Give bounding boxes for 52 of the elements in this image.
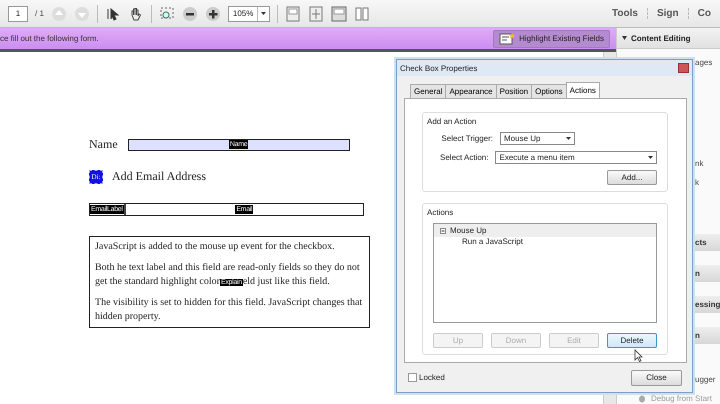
action-button[interactable]: Delete: [607, 333, 657, 348]
tab[interactable]: Options: [531, 84, 567, 98]
fit-width-icon[interactable]: [330, 6, 347, 22]
locked-checkbox[interactable]: [408, 373, 417, 382]
text-line: eld just like this field.: [242, 276, 330, 287]
tab[interactable]: Appearance: [445, 84, 497, 98]
zoom-out-icon[interactable]: [182, 6, 198, 22]
group-title: Actions: [427, 208, 454, 217]
tab[interactable]: General: [410, 84, 446, 98]
toolbar-tab[interactable]: Tools: [603, 8, 647, 19]
page-number-field[interactable]: 1: [8, 6, 28, 22]
tab[interactable]: Position: [496, 84, 532, 98]
action-dropdown[interactable]: Execute a menu item: [495, 151, 657, 164]
panel-header[interactable]: Content Editing: [617, 28, 720, 49]
explain-text-field[interactable]: [89, 236, 370, 328]
action-label: Select Action:: [439, 153, 488, 162]
add-button[interactable]: Add...: [607, 170, 657, 185]
form-message: ce fill out the following form.: [0, 34, 99, 43]
name-label: Name: [89, 137, 118, 152]
dialog-title: Check Box Properties: [400, 64, 478, 72]
collapse-icon[interactable]: [440, 228, 446, 234]
tree-item[interactable]: Run a JavaScript: [462, 237, 523, 246]
two-page-icon[interactable]: [354, 6, 370, 22]
checkbox-label: Add Email Address: [112, 169, 206, 184]
zoom-dropdown[interactable]: 105%: [228, 6, 270, 22]
form-icon: [499, 32, 516, 44]
group-title: Add an Action: [427, 117, 478, 126]
actions-list[interactable]: Mouse Up Run a JavaScript: [433, 223, 657, 323]
caret-icon: [622, 36, 627, 40]
text-line: Both he text label and this field are read-only fields so they do not: [95, 261, 361, 275]
fit-page-icon[interactable]: [308, 6, 324, 22]
page-total: / 1: [35, 9, 44, 18]
cursor-icon[interactable]: [104, 6, 121, 22]
toolbar-tab[interactable]: Co: [688, 8, 720, 19]
text-line: get the standard highlight color: [95, 276, 220, 287]
bug-icon: [637, 394, 647, 402]
trigger-dropdown[interactable]: Mouse Up: [500, 132, 575, 145]
single-page-icon[interactable]: [284, 6, 301, 22]
trigger-label: Select Trigger:: [440, 134, 493, 143]
caret-icon: [648, 156, 653, 159]
toolbar-tab[interactable]: Sign: [646, 8, 688, 19]
paragraph: JavaScript is added to the mouse up event for the checkbox.: [95, 241, 335, 252]
paragraph: The visibility is set to hidden for this field. JavaScript changes that hidden property.: [95, 297, 362, 322]
marquee-zoom-icon[interactable]: [158, 6, 175, 22]
caret-icon: [260, 12, 266, 15]
close-button[interactable]: Close: [631, 370, 682, 386]
tree-item[interactable]: Mouse Up: [450, 226, 486, 235]
zoom-in-icon[interactable]: [204, 6, 221, 22]
locked-label: Locked: [419, 373, 445, 382]
highlight-fields-button[interactable]: Highlight Existing Fields: [493, 30, 610, 48]
caret-icon: [566, 137, 571, 140]
tab[interactable]: Actions: [566, 82, 600, 98]
